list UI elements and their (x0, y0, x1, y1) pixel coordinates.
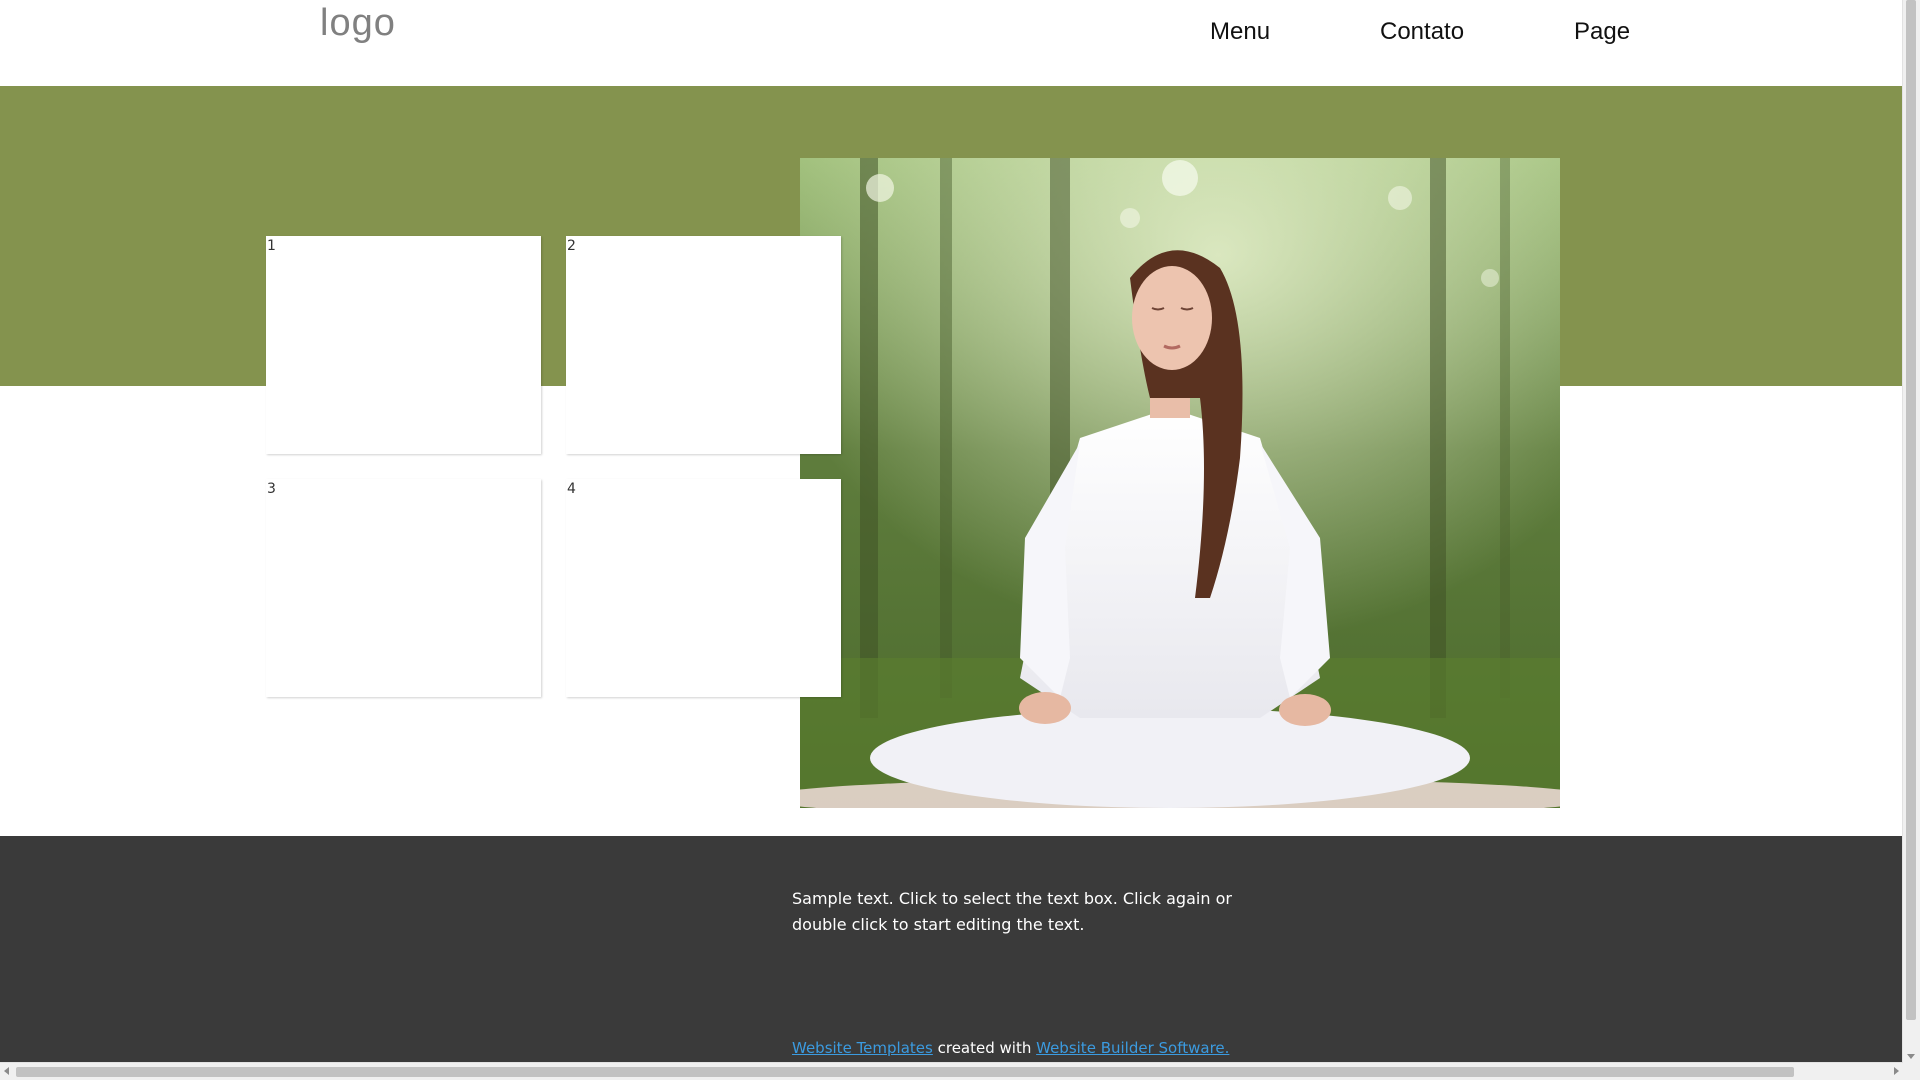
content-box-4[interactable]: 4 (566, 479, 841, 697)
box-number-3: 3 (267, 481, 276, 497)
box-number-2: 2 (567, 238, 576, 254)
nav-link-page[interactable]: Page (1574, 18, 1630, 46)
logo[interactable]: logo (320, 2, 396, 45)
page: logo Menu Contato Page 1 2 3 4 Sample te… (0, 0, 1920, 1080)
footer-credit: Website Templates created with Website B… (792, 1039, 1229, 1057)
vertical-scroll-thumb[interactable] (1906, 0, 1916, 1020)
site-footer: Sample text. Click to select the text bo… (0, 836, 1903, 1068)
horizontal-scrollbar[interactable] (0, 1062, 1903, 1080)
nav-link-contato[interactable]: Contato (1380, 18, 1464, 46)
horizontal-scroll-thumb[interactable] (16, 1067, 1794, 1077)
vertical-scrollbar[interactable] (1902, 0, 1920, 1063)
website-templates-link[interactable]: Website Templates (792, 1039, 933, 1057)
box-number-1: 1 (267, 238, 276, 254)
scroll-right-arrow-icon[interactable] (1894, 1067, 1899, 1075)
content-box-2[interactable]: 2 (566, 236, 841, 454)
content-box-1[interactable]: 1 (266, 236, 541, 454)
nav-link-menu[interactable]: Menu (1210, 18, 1270, 46)
website-builder-software-link[interactable]: Website Builder Software. (1036, 1039, 1229, 1057)
scroll-down-arrow-icon[interactable] (1907, 1054, 1915, 1059)
scrollbar-corner (1903, 1063, 1920, 1080)
credit-middle-text: created with (937, 1039, 1032, 1057)
scroll-left-arrow-icon[interactable] (4, 1067, 9, 1075)
meditation-photo (800, 158, 1560, 808)
footer-sample-text[interactable]: Sample text. Click to select the text bo… (792, 886, 1232, 938)
site-header: logo Menu Contato Page (0, 0, 1903, 86)
meditation-photo-illustration (800, 158, 1560, 808)
box-number-4: 4 (567, 481, 576, 497)
content-box-3[interactable]: 3 (266, 479, 541, 697)
